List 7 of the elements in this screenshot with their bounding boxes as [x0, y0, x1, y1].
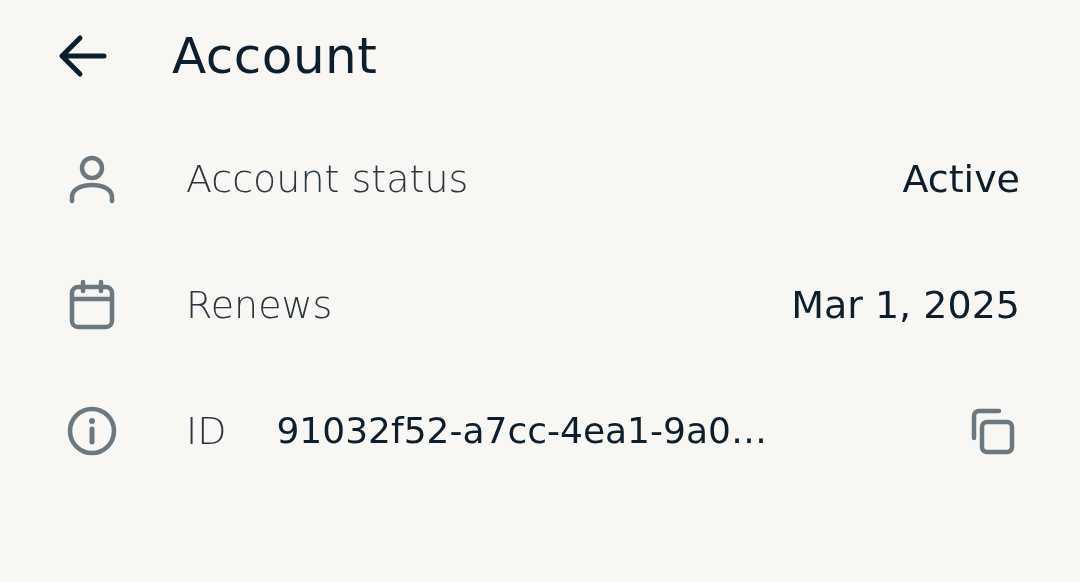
id-value: 91032f52-a7cc-4ea1-9a0… — [276, 409, 767, 453]
page-title: Account — [172, 25, 378, 87]
row-label: Account status — [186, 155, 469, 203]
row-value: Active — [902, 155, 1020, 203]
row-label: ID — [186, 407, 227, 455]
row-value: Mar 1, 2025 — [791, 281, 1020, 329]
row-label: Renews — [186, 281, 333, 329]
